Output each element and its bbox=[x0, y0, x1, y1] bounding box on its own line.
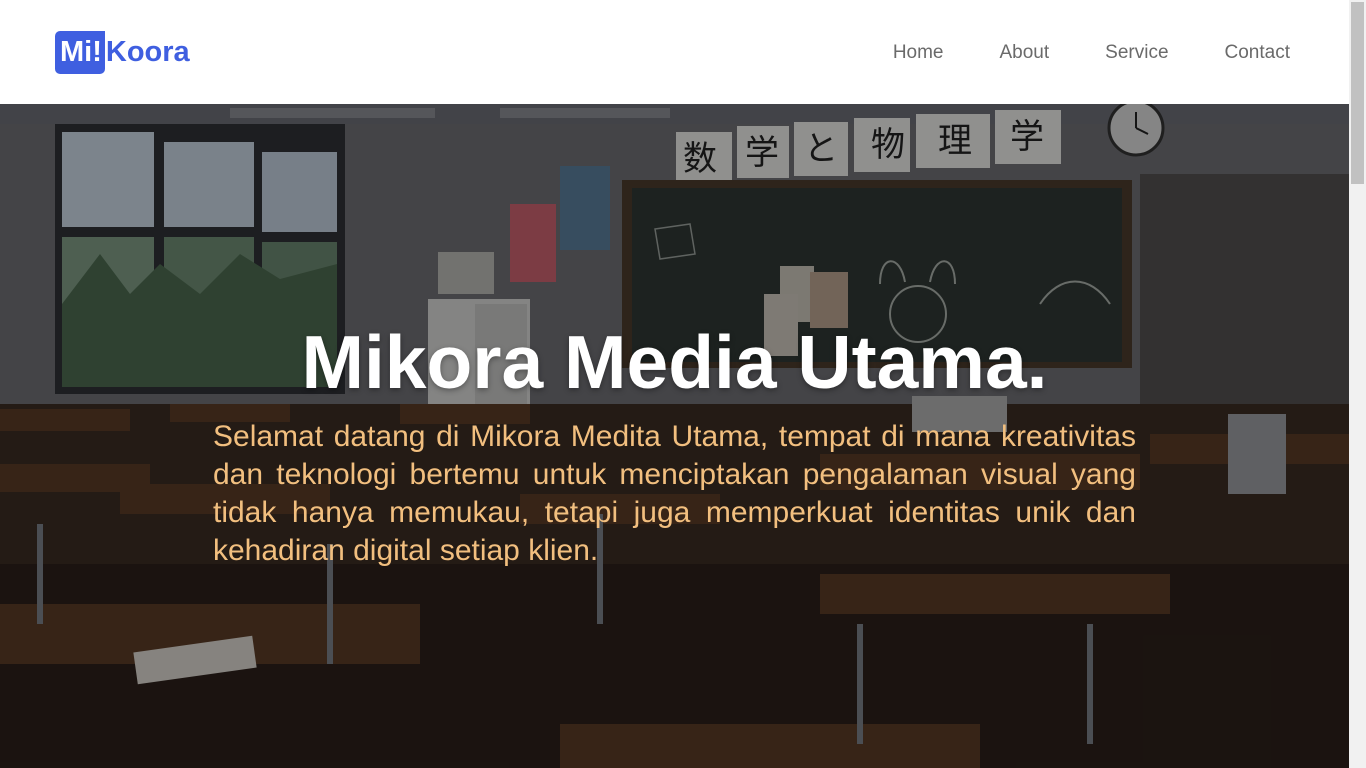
nav-link-contact[interactable]: Contact bbox=[1225, 42, 1290, 64]
nav-link-about[interactable]: About bbox=[1000, 42, 1050, 64]
hero-description: Selamat datang di Mikora Medita Utama, t… bbox=[213, 420, 1136, 567]
nav-link-service[interactable]: Service bbox=[1105, 42, 1168, 64]
hero-section: 数 学 と 物 理 学 Mikora Media Utama. Selamat … bbox=[0, 104, 1349, 768]
nav-link-home[interactable]: Home bbox=[893, 42, 944, 64]
scrollbar-thumb[interactable] bbox=[1351, 2, 1364, 184]
nav-menu: Home About Service Contact bbox=[893, 42, 1290, 64]
logo-link[interactable]: Mi! Koora bbox=[55, 30, 190, 74]
logo-text: Koora bbox=[105, 35, 190, 68]
logo-mark: Mi! bbox=[55, 30, 105, 74]
hero-title: Mikora Media Utama. bbox=[301, 320, 1048, 404]
navbar: Mi! Koora Home About Service Contact bbox=[0, 0, 1349, 104]
page-scrollbar[interactable] bbox=[1349, 0, 1366, 768]
